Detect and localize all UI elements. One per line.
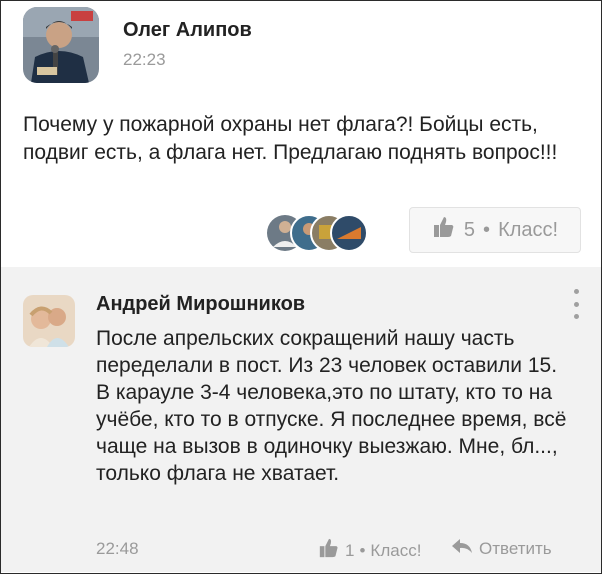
- comment-like-button[interactable]: 1 • Класс!: [318, 537, 421, 564]
- comment-like-count: 1: [345, 540, 355, 560]
- post-like-button[interactable]: 5 • Класс!: [409, 207, 581, 253]
- post-author-name[interactable]: Олег Алипов: [123, 19, 252, 42]
- thumbs-up-icon: [318, 537, 340, 564]
- post-like-label: Класс!: [498, 218, 559, 241]
- comment-text: После апрельских сокращений нашу часть п…: [96, 327, 567, 485]
- reply-button[interactable]: Ответить: [451, 537, 552, 560]
- liker-avatar: [330, 214, 368, 252]
- liker-avatars[interactable]: [265, 209, 369, 255]
- comment-author-name[interactable]: Андрей Мирошников: [96, 293, 305, 316]
- like-separator: •: [483, 218, 491, 241]
- thumbs-up-icon: [432, 215, 456, 245]
- comment-like-label: Класс!: [370, 540, 422, 560]
- post-card: Олег Алипов 22:23 Почему у пожарной охра…: [1, 1, 601, 267]
- post-time: 22:23: [123, 50, 166, 69]
- comment-author-avatar[interactable]: [23, 295, 75, 347]
- post-like-count: 5: [463, 218, 476, 241]
- post-text: Почему у пожарной охраны нет флага?! Бой…: [23, 113, 558, 164]
- reply-arrow-icon: [451, 537, 473, 560]
- more-vertical-icon[interactable]: [571, 289, 581, 319]
- reply-label: Ответить: [479, 538, 552, 558]
- comment-footer: 22:48 1 • Класс! Ответить: [96, 537, 586, 563]
- comment-time: 22:48: [96, 539, 139, 558]
- like-separator: •: [359, 540, 366, 560]
- comment-card: Андрей Мирошников После апрельских сокра…: [1, 267, 601, 572]
- post-author-avatar[interactable]: [23, 7, 99, 83]
